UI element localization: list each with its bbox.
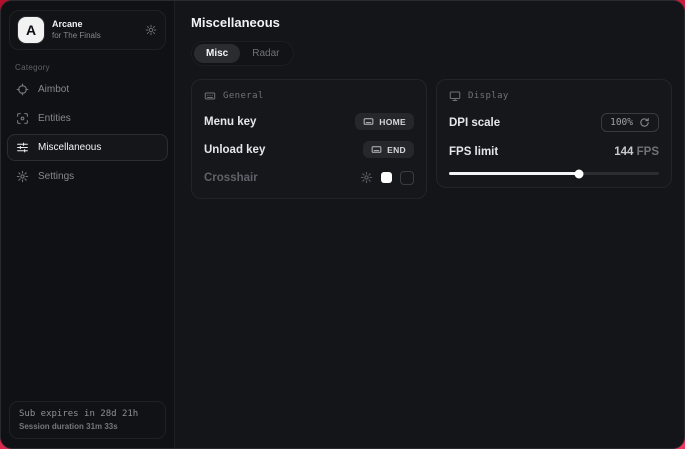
sidebar-item-label: Aimbot	[38, 84, 69, 95]
display-card: Display DPI scale 100%	[436, 79, 672, 188]
sidebar-item-label: Entities	[38, 113, 71, 124]
menu-key-value: HOME	[379, 117, 406, 127]
fps-limit-row: FPS limit 144 FPS	[449, 143, 659, 160]
crosshair-icon	[16, 83, 29, 96]
dpi-scale-select[interactable]: 100%	[601, 113, 659, 132]
tab-radar[interactable]: Radar	[240, 44, 291, 63]
sidebar-item-entities[interactable]: Entities	[7, 105, 168, 132]
subscription-info-box: Sub expires in 28d 21h Session duration …	[9, 401, 166, 439]
general-card: General Menu key HOME	[191, 79, 427, 199]
fps-slider-handle[interactable]	[575, 169, 584, 178]
brand-logo: A	[18, 17, 44, 43]
fps-number: 144	[614, 146, 633, 158]
sidebar-item-label: Settings	[38, 171, 74, 182]
app-window: A Arcane for The Finals Category	[0, 0, 685, 449]
unload-key-row: Unload key END	[204, 141, 414, 158]
page-title: Miscellaneous	[191, 15, 672, 30]
keyboard-icon	[371, 144, 382, 155]
sidebar-item-label: Miscellaneous	[38, 142, 101, 153]
unload-key-label: Unload key	[204, 144, 265, 156]
fps-limit-slider[interactable]	[449, 172, 659, 175]
tab-bar: Misc Radar	[191, 41, 294, 66]
fps-limit-value: 144 FPS	[614, 146, 659, 158]
keyboard-icon	[204, 90, 216, 102]
crosshair-label: Crosshair	[204, 172, 258, 184]
menu-key-label: Menu key	[204, 116, 256, 128]
sidebar-item-aimbot[interactable]: Aimbot	[7, 76, 168, 103]
brand-name: Arcane	[52, 19, 137, 30]
dpi-scale-label: DPI scale	[449, 117, 500, 129]
general-card-header: General	[204, 90, 414, 102]
sidebar-item-miscellaneous[interactable]: Miscellaneous	[7, 134, 168, 161]
brand-card: A Arcane for The Finals	[9, 10, 166, 50]
session-duration-text: Session duration 31m 33s	[19, 422, 156, 431]
scan-icon	[16, 112, 29, 125]
refresh-icon	[639, 117, 650, 128]
menu-key-row: Menu key HOME	[204, 113, 414, 130]
monitor-icon	[449, 90, 461, 102]
crosshair-controls	[360, 171, 414, 185]
fps-unit: FPS	[637, 146, 659, 158]
unload-key-value: END	[387, 145, 406, 155]
crosshair-checkbox[interactable]	[400, 171, 414, 185]
brand-gear-icon[interactable]	[145, 24, 157, 36]
crosshair-settings-gear-icon[interactable]	[360, 171, 373, 184]
menu-key-button[interactable]: HOME	[355, 113, 414, 130]
crosshair-color-swatch[interactable]	[381, 172, 392, 183]
gear-icon	[16, 170, 29, 183]
display-card-title: Display	[468, 91, 509, 101]
sliders-icon	[16, 141, 29, 154]
fps-limit-label: FPS limit	[449, 146, 498, 158]
crosshair-row: Crosshair	[204, 169, 414, 186]
dpi-scale-value: 100%	[610, 117, 633, 128]
cards-row: General Menu key HOME	[191, 79, 672, 199]
general-card-title: General	[223, 91, 264, 101]
category-label: Category	[15, 63, 174, 72]
sidebar: A Arcane for The Finals Category	[1, 1, 175, 448]
sidebar-item-settings[interactable]: Settings	[7, 163, 168, 190]
display-card-header: Display	[449, 90, 659, 102]
fps-slider-fill	[449, 172, 579, 175]
sub-expires-text: Sub expires in 28d 21h	[19, 409, 156, 419]
unload-key-button[interactable]: END	[363, 141, 414, 158]
brand-subtitle: for The Finals	[52, 31, 137, 41]
category-nav: Aimbot Entities Miscel	[1, 76, 174, 190]
tab-misc[interactable]: Misc	[194, 44, 240, 63]
dpi-scale-row: DPI scale 100%	[449, 113, 659, 132]
keyboard-icon	[363, 116, 374, 127]
brand-text: Arcane for The Finals	[52, 19, 137, 40]
main-panel: Miscellaneous Misc Radar General	[175, 1, 685, 448]
